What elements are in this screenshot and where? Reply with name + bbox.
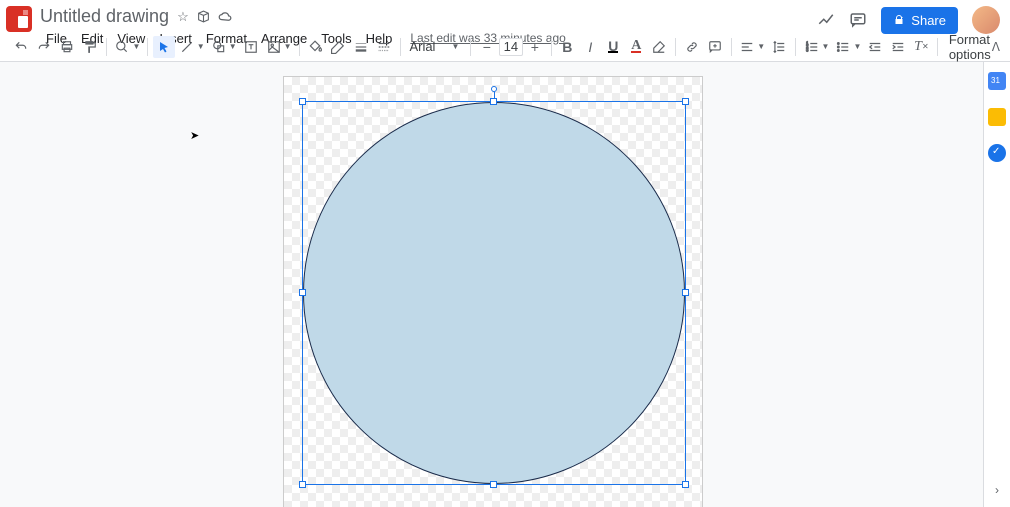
image-dropdown[interactable]: ▼ [284,42,294,51]
resize-handle-ne[interactable] [682,98,689,105]
italic-button[interactable]: I [579,36,601,58]
highlight-button[interactable] [648,36,670,58]
insert-comment-button[interactable] [704,36,726,58]
numbered-list-button[interactable]: 123 [801,36,823,58]
cloud-status-icon[interactable] [218,10,233,23]
keep-addon-icon[interactable] [988,108,1006,126]
resize-handle-se[interactable] [682,481,689,488]
font-size-decrease[interactable]: − [476,36,498,58]
resize-handle-s[interactable] [490,481,497,488]
increase-indent-button[interactable] [887,36,909,58]
font-size-input[interactable] [499,38,523,56]
comments-icon[interactable] [849,11,867,29]
bold-button[interactable]: B [556,36,578,58]
insert-link-button[interactable] [681,36,703,58]
border-dash-button[interactable] [373,36,395,58]
drawing-canvas[interactable] [283,76,703,507]
border-weight-button[interactable] [350,36,372,58]
header: Untitled drawing ☆ File Edit View Insert… [0,0,1010,32]
undo-button[interactable] [10,36,32,58]
underline-button[interactable]: U [602,36,624,58]
resize-handle-e[interactable] [682,289,689,296]
shape-dropdown[interactable]: ▼ [229,42,239,51]
line-spacing-button[interactable] [768,36,790,58]
side-panel: › [983,62,1010,507]
resize-handle-sw[interactable] [299,481,306,488]
align-button[interactable] [736,36,758,58]
collapse-toolbar-icon[interactable]: ᐱ [992,40,1000,54]
bulleted-list-button[interactable] [832,36,854,58]
line-dropdown[interactable]: ▼ [197,42,207,51]
border-color-button[interactable] [327,36,349,58]
resize-handle-w[interactable] [299,289,306,296]
selection-box [302,101,686,485]
font-size-increase[interactable]: + [524,36,546,58]
resize-handle-nw[interactable] [299,98,306,105]
canvas-area[interactable]: ➤ [0,62,983,507]
format-options-button[interactable]: Format options [949,32,991,62]
resize-handle-n[interactable] [490,98,497,105]
app-logo[interactable] [6,6,32,32]
text-color-button[interactable]: A [625,36,647,58]
print-button[interactable] [56,36,78,58]
tasks-addon-icon[interactable] [988,144,1006,162]
textbox-tool[interactable] [240,36,262,58]
doc-title[interactable]: Untitled drawing [40,6,169,27]
calendar-addon-icon[interactable] [988,72,1006,90]
star-icon[interactable]: ☆ [177,9,189,25]
zoom-dropdown[interactable]: ▼ [132,42,142,51]
line-tool[interactable] [176,36,198,58]
user-avatar[interactable] [972,6,1000,34]
font-select[interactable]: Arial▼ [405,39,465,54]
workspace: 1 2 3 ➤ › [0,62,1010,507]
share-button[interactable]: Share [881,7,958,34]
image-tool[interactable] [263,36,285,58]
zoom-button[interactable] [111,36,133,58]
header-right: Share [817,6,1000,34]
decrease-indent-button[interactable] [864,36,886,58]
svg-text:3: 3 [806,47,809,52]
activity-icon[interactable] [817,11,835,29]
clear-format-button[interactable]: T✕ [910,36,932,58]
shape-tool[interactable] [208,36,230,58]
show-sidepanel-icon[interactable]: › [995,483,999,497]
numbered-list-dropdown[interactable]: ▼ [822,42,832,51]
redo-button[interactable] [33,36,55,58]
align-dropdown[interactable]: ▼ [757,42,767,51]
share-label: Share [911,13,946,28]
bulleted-list-dropdown[interactable]: ▼ [853,42,863,51]
fill-color-button[interactable] [304,36,326,58]
rotate-handle[interactable] [491,86,497,92]
mouse-cursor-icon: ➤ [190,129,199,142]
select-tool[interactable] [153,36,175,58]
move-icon[interactable] [197,10,210,23]
paint-format-button[interactable] [79,36,101,58]
